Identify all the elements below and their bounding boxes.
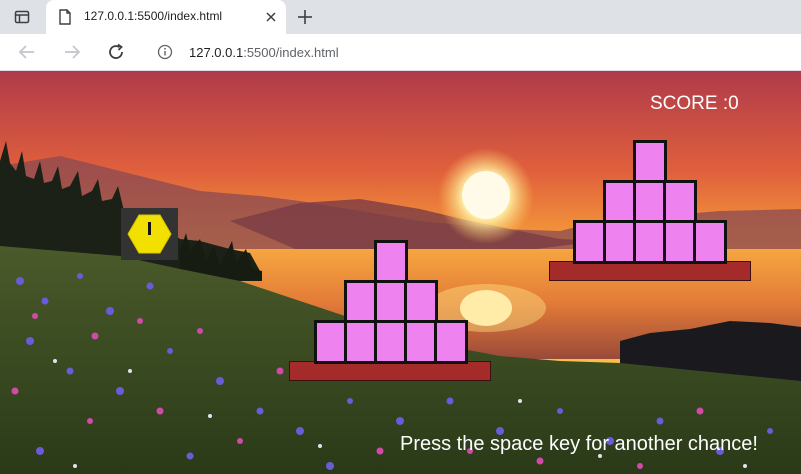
reload-icon[interactable] xyxy=(106,42,126,62)
right-tower-block xyxy=(693,220,727,264)
forward-icon[interactable] xyxy=(62,42,82,62)
right-tower-block xyxy=(633,220,667,264)
bird-icon xyxy=(127,214,172,254)
back-icon[interactable] xyxy=(17,42,37,62)
url-text: 127.0.0.1:5500/index.html xyxy=(189,45,339,60)
browser-tab[interactable]: 127.0.0.1:5500/index.html xyxy=(46,0,286,34)
browser-toolbar: 127.0.0.1:5500/index.html xyxy=(0,34,801,71)
document-icon xyxy=(58,9,72,30)
left-tower-block xyxy=(404,280,438,324)
info-icon[interactable] xyxy=(157,44,173,65)
right-tower-block xyxy=(603,220,637,264)
left-tower-block xyxy=(314,320,348,364)
right-platform xyxy=(549,261,751,281)
url-host: 127.0.0.1 xyxy=(189,45,244,60)
retry-message: Press the space key for another chance! xyxy=(400,433,758,455)
left-tower-block xyxy=(374,320,408,364)
left-tower-block xyxy=(374,240,408,284)
right-tower-block xyxy=(663,180,697,224)
score-display: SCORE :0 xyxy=(650,93,739,114)
browser-tab-bar: 127.0.0.1:5500/index.html xyxy=(0,0,801,34)
left-tower-block xyxy=(344,320,378,364)
right-tower-block xyxy=(633,140,667,184)
address-bar[interactable]: 127.0.0.1:5500/index.html xyxy=(147,37,801,67)
close-icon[interactable] xyxy=(264,10,278,24)
right-tower-block xyxy=(603,180,637,224)
left-tower-block xyxy=(404,320,438,364)
tab-title: 127.0.0.1:5500/index.html xyxy=(84,9,223,23)
left-tower-block xyxy=(434,320,468,364)
right-tower-block xyxy=(633,180,667,224)
right-tower-block xyxy=(663,220,697,264)
tab-actions-icon[interactable] xyxy=(8,6,36,28)
bird-player[interactable] xyxy=(121,208,178,260)
right-tower-block xyxy=(573,220,607,264)
game-canvas[interactable]: SCORE :0 Press the space key for another… xyxy=(0,71,801,474)
left-tower-block xyxy=(374,280,408,324)
left-platform xyxy=(289,361,491,381)
new-tab-icon[interactable] xyxy=(295,7,315,27)
url-path: :5500/index.html xyxy=(243,45,339,60)
left-tower-block xyxy=(344,280,378,324)
